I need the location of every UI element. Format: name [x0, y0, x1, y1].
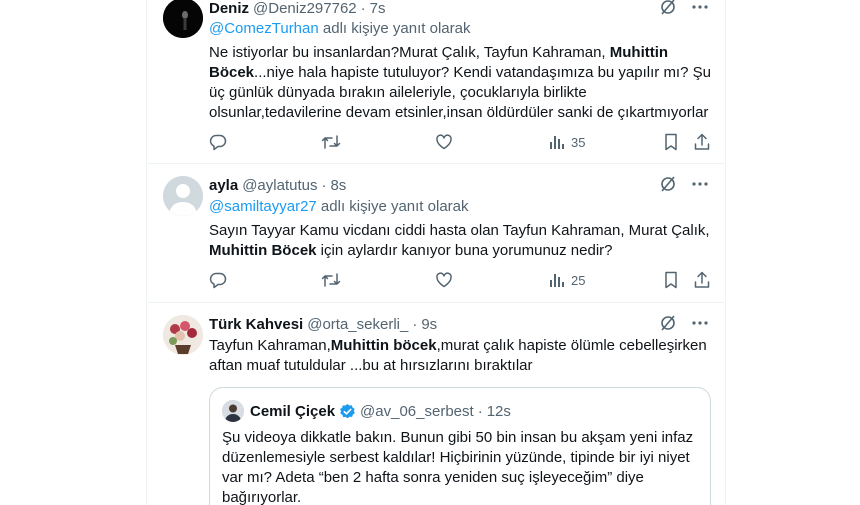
reply-context-text: adlı kişiye yanıt olarak: [318, 20, 471, 37]
reply-button[interactable]: [209, 133, 227, 151]
reply-icon: [209, 133, 227, 151]
header-actions: [659, 0, 709, 16]
bookmark-icon: [663, 133, 679, 151]
more-icon[interactable]: [691, 314, 709, 332]
retweet-icon: [321, 271, 341, 289]
retweet-button[interactable]: [321, 133, 341, 151]
share-icon: [693, 271, 711, 289]
default-avatar-icon: [163, 176, 203, 216]
reply-icon: [209, 271, 227, 289]
action-bar: 35: [209, 133, 711, 153]
like-button[interactable]: [435, 271, 453, 289]
more-icon[interactable]: [691, 0, 709, 16]
tweet-3[interactable]: Türk Kahvesi @orta_sekerli_ · 9s Tayfun …: [147, 303, 725, 505]
tweet-text: Ne istiyorlar bu insanlardan?Murat Çalık…: [209, 43, 715, 123]
author-name[interactable]: ayla: [209, 177, 238, 194]
text-segment: için aylardır kanıyor buna yorumunuz ned…: [316, 242, 613, 259]
avatar-image: [163, 0, 203, 38]
reply-mention-link[interactable]: @samiltayyar27: [209, 198, 317, 215]
separator-dot: ·: [412, 315, 418, 333]
text-segment: Tayfun Kahraman,: [209, 337, 331, 354]
retweet-button[interactable]: [321, 271, 341, 289]
text-segment-bold: Muhittin Böcek: [209, 242, 317, 259]
author-handle[interactable]: @orta_sekerli_: [307, 316, 408, 333]
tweet-header: Türk Kahvesi @orta_sekerli_ · 9s: [209, 314, 709, 334]
action-bar: 25: [209, 271, 711, 291]
timestamp[interactable]: 7s: [370, 0, 386, 17]
reply-context: @samiltayyar27 adlı kişiye yanıt olarak: [209, 198, 469, 215]
views-button[interactable]: 35: [549, 133, 585, 151]
tweet-text: Sayın Tayyar Kamu vicdanı ciddi hasta ol…: [209, 221, 715, 261]
separator-dot: ·: [321, 176, 327, 194]
grok-icon[interactable]: [659, 0, 677, 16]
share-button[interactable]: [693, 271, 711, 289]
grok-icon[interactable]: [659, 314, 677, 332]
views-count: 25: [571, 272, 586, 288]
author-handle[interactable]: @Deniz297762: [253, 0, 357, 17]
grok-icon[interactable]: [659, 175, 677, 193]
separator-dot: ·: [360, 0, 366, 17]
header-actions: [659, 314, 709, 332]
quoted-tweet[interactable]: Cemil Çiçek @av_06_serbest · 12s Şu vide…: [209, 387, 711, 505]
quoted-timestamp[interactable]: 12s: [487, 403, 511, 420]
reply-mention-link[interactable]: @ComezTurhan: [209, 20, 319, 37]
retweet-icon: [321, 133, 341, 151]
tweet-text: Tayfun Kahraman,Muhittin böcek,murat çal…: [209, 336, 715, 376]
like-icon: [435, 133, 453, 151]
views-icon: [549, 271, 565, 289]
reply-context: @ComezTurhan adlı kişiye yanıt olarak: [209, 20, 470, 37]
share-button[interactable]: [693, 133, 711, 151]
tweet-1[interactable]: Deniz @Deniz297762 · 7s @ComezTurhan adl…: [147, 0, 725, 164]
author-name[interactable]: Deniz: [209, 0, 249, 17]
reply-context-text: adlı kişiye yanıt olarak: [316, 198, 469, 215]
header-actions: [659, 175, 709, 193]
tweet-header: ayla @aylatutus · 8s: [209, 175, 709, 195]
views-button[interactable]: 25: [549, 271, 585, 289]
avatar-image: [163, 315, 203, 355]
author-name[interactable]: Türk Kahvesi: [209, 316, 303, 333]
bookmark-icon: [663, 271, 679, 289]
avatar[interactable]: [163, 0, 203, 38]
quoted-tweet-text: Şu videoya dikkatle bakın. Bunun gibi 50…: [222, 429, 694, 505]
more-icon[interactable]: [691, 175, 709, 193]
tweet-2[interactable]: ayla @aylatutus · 8s @samiltayyar27 adlı…: [147, 164, 725, 303]
timestamp[interactable]: 9s: [421, 316, 437, 333]
separator-dot: ·: [477, 402, 483, 420]
verified-badge-icon: [339, 403, 356, 420]
quoted-tweet-header: Cemil Çiçek @av_06_serbest · 12s: [222, 400, 511, 422]
quoted-author-name[interactable]: Cemil Çiçek: [250, 403, 335, 420]
text-segment: Ne istiyorlar bu insanlardan?Murat Çalık…: [209, 44, 610, 61]
timeline-column: Deniz @Deniz297762 · 7s @ComezTurhan adl…: [146, 0, 726, 505]
like-icon: [435, 271, 453, 289]
bookmark-button[interactable]: [663, 271, 679, 289]
quoted-avatar[interactable]: [222, 400, 244, 422]
text-segment: Sayın Tayyar Kamu vicdanı ciddi hasta ol…: [209, 222, 710, 239]
views-count: 35: [571, 134, 586, 150]
author-handle[interactable]: @aylatutus: [242, 177, 317, 194]
timestamp[interactable]: 8s: [330, 177, 346, 194]
text-segment: ...niye hala hapiste tutuluyor? Kendi va…: [209, 64, 711, 121]
reply-button[interactable]: [209, 271, 227, 289]
like-button[interactable]: [435, 133, 453, 151]
avatar[interactable]: [163, 176, 203, 216]
bookmark-button[interactable]: [663, 133, 679, 151]
text-segment-bold: Muhittin böcek: [330, 337, 437, 354]
share-icon: [693, 133, 711, 151]
avatar[interactable]: [163, 315, 203, 355]
views-icon: [549, 133, 565, 151]
tweet-header: Deniz @Deniz297762 · 7s: [209, 0, 709, 18]
quoted-author-handle[interactable]: @av_06_serbest: [360, 403, 474, 420]
